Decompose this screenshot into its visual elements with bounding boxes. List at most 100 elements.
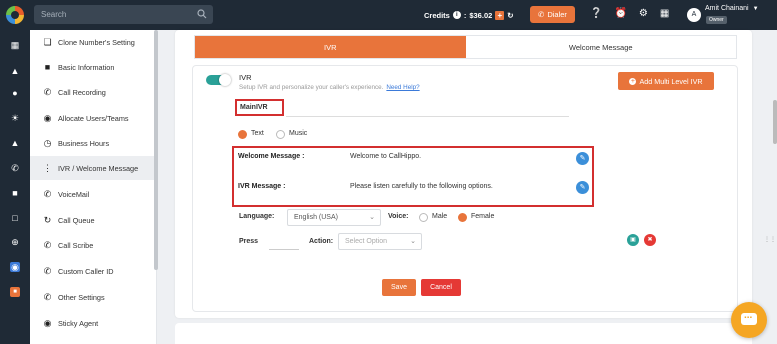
document-icon[interactable]: □: [10, 213, 20, 223]
building-icon[interactable]: ▲: [10, 66, 20, 76]
user-circle-icon: ◉: [43, 112, 52, 123]
grid-icon[interactable]: ▦: [660, 8, 669, 19]
submenu-label: Sticky Agent: [58, 318, 99, 328]
dashboard-icon[interactable]: ▦: [10, 40, 20, 50]
plus-circle-icon[interactable]: ⊕: [10, 237, 20, 247]
voice-male-radio[interactable]: [419, 213, 428, 222]
phone-settings-icon: ✆: [43, 291, 52, 302]
dialer-button[interactable]: ✆ Dialer: [530, 6, 575, 23]
delete-option-icon[interactable]: ✖: [644, 234, 656, 246]
edit-welcome-icon[interactable]: ✎: [576, 152, 589, 165]
agent-icon: ◉: [43, 317, 52, 328]
settings-icon[interactable]: ◉: [10, 262, 20, 272]
edit-ivr-message-icon[interactable]: ✎: [576, 181, 589, 194]
submenu-label: Call Queue: [58, 215, 95, 225]
submenu-item-clone[interactable]: ❏ Clone Number's Setting: [30, 30, 157, 54]
info-icon[interactable]: i: [452, 11, 461, 19]
voice-male-label: Male: [432, 213, 448, 220]
press-label: Press: [239, 238, 259, 245]
submenu-label: Custom Caller ID: [58, 266, 114, 276]
submenu-label: Allocate Users/Teams: [58, 113, 129, 123]
icon-rail: ▦ ▲ ● ☀ ▲ ✆ ■ □ ⊕ ◉ ■: [0, 30, 30, 344]
chat-bubble-icon: [741, 310, 757, 325]
clock-icon: ◷: [43, 137, 52, 148]
submenu-label: Clone Number's Setting: [58, 37, 135, 47]
drag-handle-icon[interactable]: ⋮⋮: [764, 236, 776, 243]
submenu-item-allocate[interactable]: ◉ Allocate Users/Teams: [30, 106, 157, 130]
search-box[interactable]: Search: [34, 5, 213, 24]
app-icon[interactable]: ■: [10, 287, 20, 297]
submenu-scrollbar[interactable]: [154, 30, 158, 270]
page-scrollbar[interactable]: [773, 100, 777, 144]
tab-ivr[interactable]: IVR: [195, 36, 466, 58]
ivr-toggle[interactable]: [206, 74, 231, 86]
submenu-item-voicemail[interactable]: ✆ VoiceMail: [30, 182, 157, 206]
avatar[interactable]: A: [687, 8, 701, 22]
phone-icon: ✆: [538, 10, 545, 19]
phone-icon[interactable]: ✆: [10, 163, 20, 173]
submenu-label: Call Scribe: [58, 240, 94, 250]
save-button[interactable]: Save: [382, 279, 416, 296]
language-value: English (USA): [294, 214, 338, 221]
submenu-item-basic-info[interactable]: ■ Basic Information: [30, 55, 157, 79]
submenu-item-call-queue[interactable]: ↻ Call Queue: [30, 208, 157, 232]
credits-display: Credits i : $36.02 + ↻: [424, 10, 514, 20]
phone-recording-icon: ✆: [43, 86, 52, 97]
tab-bar: IVR Welcome Message: [194, 35, 737, 59]
save-option-icon[interactable]: ▣: [627, 234, 639, 246]
language-label: Language:: [239, 213, 275, 220]
submenu-item-call-recording[interactable]: ✆ Call Recording: [30, 80, 157, 104]
settings-submenu: ❏ Clone Number's Setting ■ Basic Informati…: [30, 30, 157, 344]
tab-welcome-message[interactable]: Welcome Message: [465, 36, 736, 58]
add-multi-level-label: Add Multi Level IVR: [639, 76, 703, 86]
chat-widget-button[interactable]: [731, 302, 767, 338]
help-icon[interactable]: ❔: [590, 8, 602, 19]
action-select[interactable]: Select Option ⌄: [338, 233, 422, 250]
app-logo[interactable]: [6, 6, 24, 24]
submenu-item-caller-id[interactable]: ✆ Custom Caller ID: [30, 259, 157, 283]
gear-icon[interactable]: ⚙: [639, 8, 648, 19]
type-text-radio[interactable]: [238, 130, 247, 139]
submenu-item-sticky-agent[interactable]: ◉ Sticky Agent: [30, 311, 157, 335]
alarm-icon[interactable]: ⏰: [614, 8, 626, 19]
submenu-label: Other Settings: [58, 292, 105, 302]
ivr-name-field[interactable]: MainIVR: [235, 99, 284, 116]
user-role-badge: Owner: [706, 16, 727, 24]
dialer-label: Dialer: [547, 10, 567, 19]
add-credits-icon[interactable]: +: [495, 10, 505, 20]
submenu-item-call-scribe[interactable]: ✆ Call Scribe: [30, 233, 157, 257]
search-icon[interactable]: [197, 9, 207, 19]
voicemail-icon: ✆: [43, 188, 52, 199]
name-underline: [286, 116, 569, 117]
submenu-item-business-hours[interactable]: ◷ Business Hours: [30, 131, 157, 155]
clone-icon: ❏: [43, 36, 52, 47]
submenu-label: Business Hours: [58, 138, 110, 148]
chevron-down-icon: ▼: [752, 6, 759, 12]
sun-icon[interactable]: ☀: [10, 113, 20, 123]
voice-female-label: Female: [471, 213, 495, 220]
dialpad-icon: ⋮: [43, 162, 52, 173]
press-input[interactable]: [269, 237, 299, 250]
user-menu[interactable]: Amit Chainani ▼: [705, 5, 759, 12]
need-help-link[interactable]: Need Help?: [386, 84, 419, 91]
ivr-card: IVR Welcome Message IVR Setup IVR and pe…: [175, 30, 752, 318]
submenu-item-other-settings[interactable]: ✆ Other Settings: [30, 285, 157, 309]
chat-icon[interactable]: ■: [10, 188, 20, 198]
warning-icon[interactable]: ▲: [10, 138, 20, 148]
type-music-radio[interactable]: [276, 130, 285, 139]
language-select[interactable]: English (USA) ⌄: [287, 209, 381, 226]
cancel-button[interactable]: Cancel: [421, 279, 461, 296]
caller-id-icon: ✆: [43, 265, 52, 276]
users-icon[interactable]: ●: [10, 88, 20, 98]
top-icons: ❔ ⏰ ⚙ ▦: [590, 8, 669, 19]
welcome-message-label: Welcome Message :: [238, 153, 305, 160]
search-input[interactable]: Search: [41, 10, 66, 19]
welcome-message-text: Welcome to CallHippo.: [350, 153, 422, 160]
submenu-item-ivr[interactable]: ⋮ IVR / Welcome Message: [30, 156, 157, 180]
refresh-icon[interactable]: ↻: [507, 11, 513, 20]
add-multi-level-ivr-button[interactable]: + Add Multi Level IVR: [618, 72, 714, 90]
action-label: Action:: [309, 238, 334, 245]
voice-female-radio[interactable]: [458, 213, 467, 222]
action-placeholder: Select Option: [345, 238, 388, 245]
briefcase-icon: ■: [44, 62, 51, 72]
